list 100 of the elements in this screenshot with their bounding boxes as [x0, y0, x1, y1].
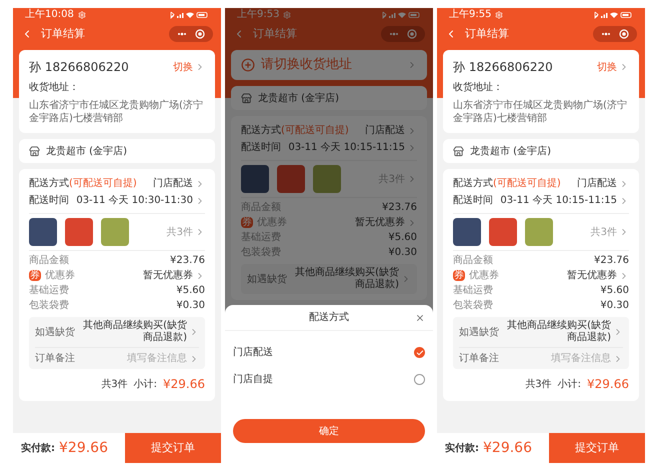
delivery-value-link[interactable]: 门店配送 — [153, 176, 205, 191]
delivery-option-label: 门店自提 — [233, 372, 273, 387]
fee-value: ¥0.30 — [176, 299, 205, 313]
delivery-value-link[interactable]: 03-11 今天 10:15-11:15 — [500, 193, 629, 208]
subtotal-count: 共3件 — [101, 378, 128, 392]
delivery-value-link[interactable]: 03-11 今天 10:15-11:15 — [288, 140, 417, 155]
gear-icon — [78, 11, 86, 19]
delivery-option-label: 门店配送 — [233, 346, 273, 360]
address-prompt: 请切换收货地址 — [261, 56, 352, 74]
store-icon — [241, 92, 252, 104]
delivery-value: 03-11 今天 10:15-11:15 — [500, 194, 617, 208]
switch-link[interactable]: 切换 — [597, 60, 617, 74]
items-count: 共3件 — [590, 226, 617, 240]
photo-placeholder — [313, 165, 341, 193]
fee-label: 优惠券 — [45, 268, 75, 283]
photo-placeholder — [489, 218, 517, 246]
fee-label: 基础运费 — [453, 284, 493, 298]
fee-value: ¥23.76 — [170, 254, 205, 268]
subtotal-amount: ¥29.66 — [587, 376, 629, 393]
fee-label: 包装袋费 — [241, 246, 281, 260]
fee-label: 包装袋费 — [453, 298, 493, 313]
items-count-link[interactable]: 共3件 — [590, 224, 629, 240]
recipient-name-phone: 孙 18266806220 — [29, 59, 129, 76]
close-target-icon[interactable] — [195, 29, 205, 39]
page-title: 订单结算 — [41, 26, 85, 42]
delivery-option[interactable]: 门店自提 — [233, 366, 425, 393]
delivery-value-link[interactable]: 门店配送 — [365, 123, 417, 138]
submit-order-button[interactable]: 提交订单 — [125, 433, 221, 463]
fee-label: 商品金额 — [453, 254, 493, 268]
option-label: 如遇缺货 — [35, 326, 75, 340]
delivery-label: 配送方式 — [241, 124, 281, 138]
fee-value: ¥0.30 — [388, 246, 417, 260]
delivery-value-link[interactable]: 门店配送 — [577, 176, 629, 191]
fee-value: ¥5.60 — [388, 231, 417, 245]
fee-label: 优惠券 — [469, 268, 499, 283]
fee-value: ¥5.60 — [600, 284, 629, 298]
fee-value: ¥23.76 — [382, 201, 417, 215]
status-icons-drawing — [169, 11, 209, 19]
store-icon — [453, 146, 464, 156]
page-title: 订单结算 — [253, 26, 297, 42]
fee-label: 包装袋费 — [29, 298, 69, 313]
delivery-option[interactable]: 门店配送 — [233, 339, 425, 366]
total-label: 实付款: — [21, 441, 55, 456]
fee-value: ¥5.60 — [176, 284, 205, 298]
address-label: 收货地址： — [29, 80, 80, 95]
close-target-icon[interactable] — [407, 29, 417, 39]
subtotal-label: 小计: — [558, 378, 581, 392]
photo-placeholder — [29, 218, 57, 246]
fee-label: 商品金额 — [241, 200, 281, 215]
gear-icon — [495, 11, 504, 19]
option-label: 如遇缺货 — [459, 326, 499, 340]
photo-placeholder — [277, 165, 305, 193]
subtotal-count: 共3件 — [525, 378, 552, 392]
confirm-button[interactable]: 确定 — [233, 419, 425, 443]
delivery-value: 门店配送 — [153, 176, 193, 191]
address-card[interactable]: 孙 18266806220 切换 收货地址： 山东省济宁市任城区龙贵购物广场(济宁金宇路店)七楼营销部 — [19, 50, 215, 133]
add-circle-icon — [241, 58, 255, 72]
address-prompt-card[interactable]: 请切换收货地址 — [231, 50, 427, 80]
delivery-label: 配送方式 — [29, 176, 69, 191]
option-label: 订单备注 — [35, 352, 75, 366]
delivery-label: 配送方式 — [453, 176, 493, 191]
capsule-menu[interactable] — [169, 26, 213, 42]
capsule-menu[interactable] — [381, 26, 425, 42]
delivery-note: (可配送可自提) — [69, 177, 137, 191]
option-label: 如遇缺货 — [247, 272, 287, 286]
fee-value-link[interactable]: 暂无优惠券 — [355, 215, 417, 230]
delivery-label: 配送时间 — [453, 194, 493, 208]
items-count: 共3件 — [166, 226, 193, 240]
radio-unchecked[interactable] — [414, 374, 425, 385]
address-card[interactable]: 孙 18266806220 切换 收货地址： 山东省济宁市任城区龙贵购物广场(济宁金宇路店)七楼营销部 — [443, 50, 639, 133]
more-icon[interactable] — [389, 32, 399, 36]
more-icon[interactable] — [601, 32, 611, 36]
capsule-menu[interactable] — [593, 26, 637, 42]
switch-link[interactable]: 切换 — [173, 60, 193, 74]
address-label: 收货地址： — [453, 80, 504, 95]
close-target-icon[interactable] — [619, 29, 629, 39]
submit-order-button[interactable]: 提交订单 — [549, 433, 645, 463]
more-icon[interactable] — [177, 32, 187, 36]
fee-value: ¥23.76 — [594, 254, 629, 268]
fee-value-link[interactable]: 暂无优惠券 — [143, 268, 205, 283]
status-time: 上午9:53 — [237, 10, 280, 20]
coupon-badge: 券 — [241, 217, 253, 228]
radio-checked[interactable] — [414, 347, 425, 358]
coupon-badge: 券 — [453, 270, 465, 281]
subtotal-amount: ¥29.66 — [163, 376, 205, 393]
items-count-link[interactable]: 共3件 — [166, 224, 205, 240]
status-time: 上午10:08 — [25, 10, 74, 20]
fee-value-link[interactable]: 暂无优惠券 — [567, 268, 629, 283]
delivery-value: 03-11 今天 10:15-11:15 — [288, 141, 405, 155]
fee-value: ¥0.30 — [600, 299, 629, 313]
delivery-value-link[interactable]: 03-11 今天 10:30-11:30 — [76, 193, 205, 208]
delivery-value: 03-11 今天 10:30-11:30 — [76, 194, 193, 208]
store-name: 龙贵超市 (金宇店) — [258, 92, 339, 106]
close-icon[interactable] — [415, 313, 425, 323]
fee-label: 基础运费 — [241, 230, 281, 245]
store-name: 龙贵超市 (金宇店) — [470, 144, 551, 158]
fee-label: 基础运费 — [29, 284, 69, 298]
photo-placeholder — [241, 165, 269, 193]
total-label: 实付款: — [445, 441, 479, 456]
store-icon — [29, 146, 40, 156]
